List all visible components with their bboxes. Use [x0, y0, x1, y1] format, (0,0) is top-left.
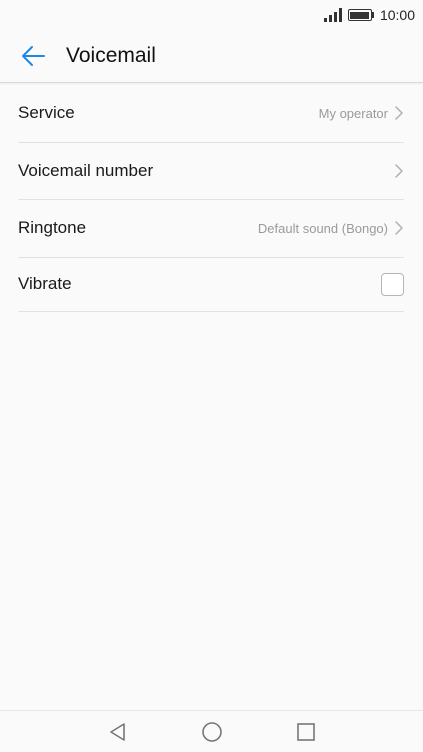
vibrate-checkbox[interactable] — [381, 272, 404, 296]
setting-label: Voicemail number — [18, 160, 154, 180]
setting-row-vibrate[interactable]: Vibrate — [18, 258, 404, 312]
setting-value: My operator — [318, 105, 388, 121]
status-bar: 10:00 — [0, 0, 423, 30]
status-time: 10:00 — [379, 7, 415, 23]
chevron-right-icon — [395, 164, 403, 178]
back-button[interactable] — [0, 30, 66, 83]
setting-label: Vibrate — [18, 274, 72, 293]
setting-value: Default sound (Bongo) — [257, 220, 388, 236]
square-recents-icon — [296, 722, 315, 741]
battery-icon — [347, 9, 374, 21]
chevron-right-icon — [395, 221, 403, 235]
nav-back-button[interactable] — [100, 714, 136, 750]
navigation-bar — [0, 710, 423, 752]
back-arrow-icon — [22, 46, 45, 66]
setting-label: Ringtone — [18, 218, 87, 238]
circle-home-icon — [201, 721, 222, 742]
page-title: Voicemail — [66, 44, 156, 67]
app-bar: Voicemail — [0, 30, 423, 83]
nav-home-button[interactable] — [194, 714, 230, 750]
setting-row-service[interactable]: Service My operator — [18, 85, 404, 143]
nav-recents-button[interactable] — [288, 714, 324, 750]
setting-row-ringtone[interactable]: Ringtone Default sound (Bongo) — [18, 200, 404, 258]
settings-list: Service My operator Voicemail number Rin… — [18, 85, 404, 312]
signal-icon — [323, 8, 342, 22]
triangle-back-icon — [109, 722, 125, 741]
setting-row-voicemail-number[interactable]: Voicemail number — [18, 143, 404, 200]
setting-label: Service — [18, 103, 75, 123]
chevron-right-icon — [395, 106, 403, 120]
